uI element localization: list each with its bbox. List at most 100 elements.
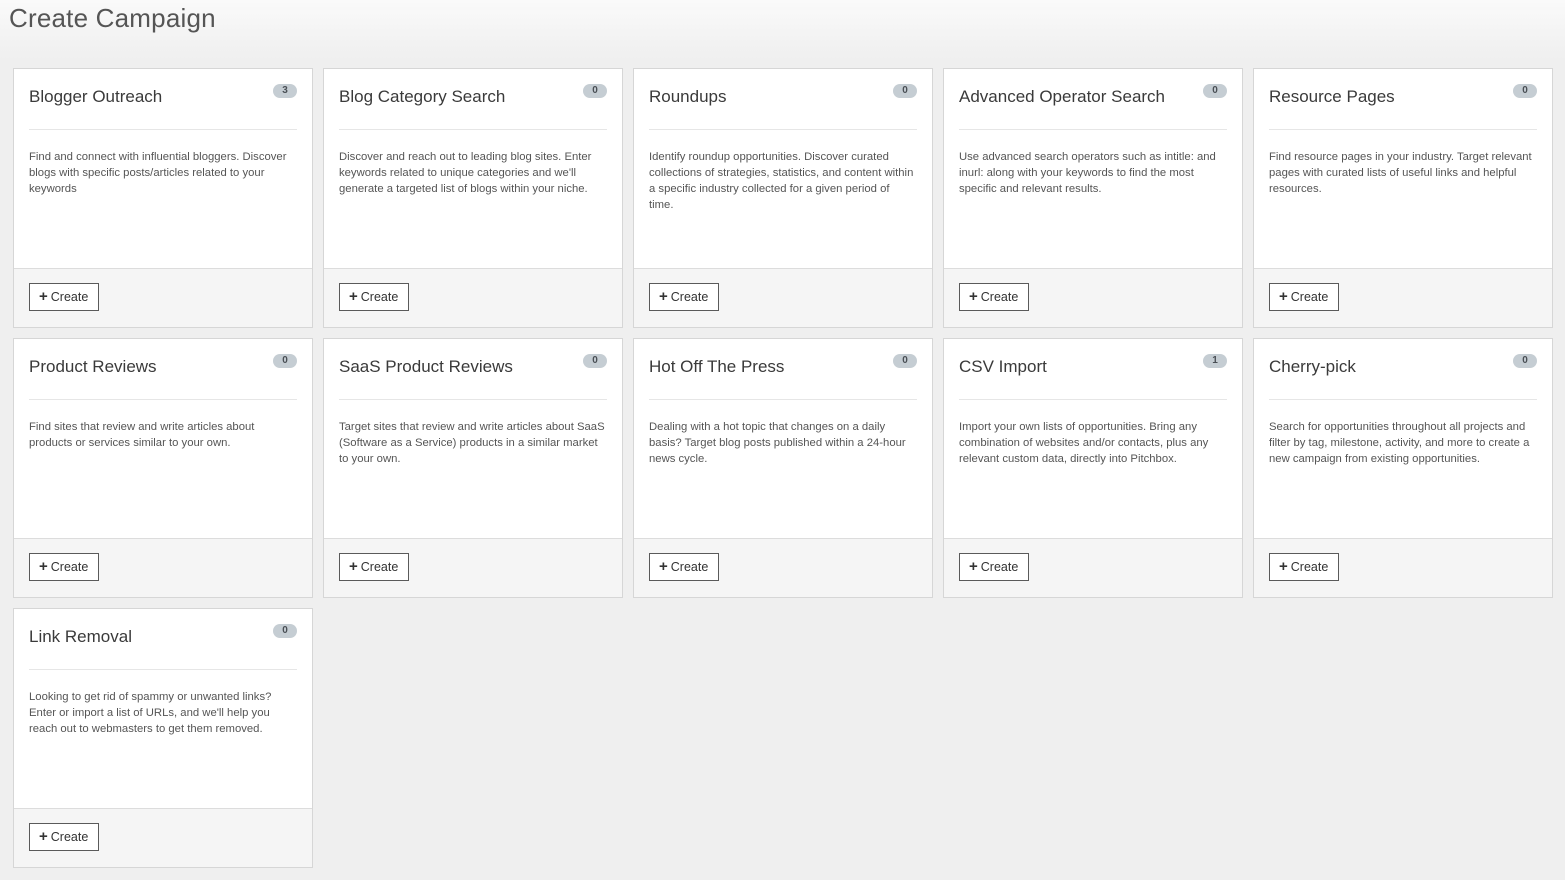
plus-icon: +	[1279, 288, 1288, 305]
card-title: Product Reviews	[29, 357, 157, 376]
create-button-label: Create	[1290, 560, 1329, 574]
card-header: Resource Pages 0	[1269, 69, 1537, 130]
card-title: Advanced Operator Search	[959, 87, 1166, 106]
card-description: Find resource pages in your industry. Ta…	[1269, 151, 1532, 195]
campaign-card-resource-pages: Resource Pages 0 Find resource pages in …	[1253, 68, 1553, 328]
card-header: Link Removal 0	[29, 609, 297, 670]
card-header: SaaS Product Reviews 0	[339, 339, 607, 400]
card-description: Discover and reach out to leading blog s…	[339, 151, 592, 195]
create-button-link-removal[interactable]: + Create	[29, 823, 100, 851]
card-title: Cherry-pick	[1269, 357, 1356, 376]
card-header: Cherry-pick 0	[1269, 339, 1537, 400]
card-footer: + Create	[324, 538, 622, 597]
card-description: Search for opportunities throughout all …	[1269, 421, 1530, 465]
card-header: Blogger Outreach 3	[29, 69, 297, 130]
card-footer: + Create	[14, 808, 312, 867]
card-title: Resource Pages	[1269, 87, 1395, 106]
card-title: Blogger Outreach	[29, 87, 163, 106]
campaign-count-badge: 0	[893, 354, 917, 368]
create-button-product-reviews[interactable]: + Create	[29, 553, 100, 581]
card-footer: + Create	[14, 538, 312, 597]
card-footer: + Create	[1254, 268, 1552, 327]
card-title: Blog Category Search	[339, 87, 506, 106]
campaign-card-link-removal: Link Removal 0 Looking to get rid of spa…	[13, 608, 313, 868]
create-button-resource-pages[interactable]: + Create	[1269, 283, 1340, 311]
create-button-label: Create	[670, 290, 709, 304]
card-header: Product Reviews 0	[29, 339, 297, 400]
create-button-label: Create	[980, 290, 1019, 304]
card-footer: + Create	[634, 268, 932, 327]
card-title: Roundups	[649, 87, 727, 106]
campaign-count-badge: 0	[1513, 354, 1537, 368]
create-button-label: Create	[50, 560, 89, 574]
campaign-count-badge: 3	[273, 84, 297, 98]
campaign-type-grid: Blogger Outreach 3 Find and connect with…	[13, 68, 1553, 868]
card-title: SaaS Product Reviews	[339, 357, 513, 376]
create-button-cherry-pick[interactable]: + Create	[1269, 553, 1340, 581]
campaign-count-badge: 0	[583, 84, 607, 98]
card-header: Advanced Operator Search 0	[959, 69, 1227, 130]
card-description: Dealing with a hot topic that changes on…	[649, 421, 906, 465]
campaign-card-cherry-pick: Cherry-pick 0 Search for opportunities t…	[1253, 338, 1553, 598]
card-header: Hot Off The Press 0	[649, 339, 917, 400]
campaign-count-badge: 0	[273, 624, 297, 638]
campaign-card-saas-product-reviews: SaaS Product Reviews 0 Target sites that…	[323, 338, 623, 598]
card-header: Blog Category Search 0	[339, 69, 607, 130]
plus-icon: +	[969, 558, 978, 575]
card-description: Looking to get rid of spammy or unwanted…	[29, 691, 272, 735]
card-footer: + Create	[1254, 538, 1552, 597]
campaign-count-badge: 1	[1203, 354, 1227, 368]
campaign-card-advanced-operator-search: Advanced Operator Search 0 Use advanced …	[943, 68, 1243, 328]
card-description: Import your own lists of opportunities. …	[959, 421, 1209, 465]
create-button-hot-off-the-press[interactable]: + Create	[649, 553, 720, 581]
card-footer: + Create	[944, 268, 1242, 327]
plus-icon: +	[39, 288, 48, 305]
create-button-label: Create	[1290, 290, 1329, 304]
create-button-roundups[interactable]: + Create	[649, 283, 720, 311]
create-button-label: Create	[50, 830, 89, 844]
plus-icon: +	[349, 558, 358, 575]
campaign-card-roundups: Roundups 0 Identify roundup opportunitie…	[633, 68, 933, 328]
card-footer: + Create	[634, 538, 932, 597]
campaign-count-badge: 0	[893, 84, 917, 98]
card-title: CSV Import	[959, 357, 1047, 376]
create-button-label: Create	[670, 560, 709, 574]
create-button-label: Create	[360, 290, 399, 304]
plus-icon: +	[39, 558, 48, 575]
campaign-count-badge: 0	[1513, 84, 1537, 98]
card-description: Find sites that review and write article…	[29, 421, 255, 449]
create-button-label: Create	[360, 560, 399, 574]
card-footer: + Create	[324, 268, 622, 327]
create-button-advanced-operator-search[interactable]: + Create	[959, 283, 1030, 311]
create-button-saas-product-reviews[interactable]: + Create	[339, 553, 410, 581]
plus-icon: +	[969, 288, 978, 305]
campaign-count-badge: 0	[273, 354, 297, 368]
card-description: Identify roundup opportunities. Discover…	[649, 151, 914, 211]
card-description: Find and connect with influential blogge…	[29, 151, 287, 195]
card-description: Target sites that review and write artic…	[339, 421, 605, 465]
campaign-card-csv-import: CSV Import 1 Import your own lists of op…	[943, 338, 1243, 598]
card-description: Use advanced search operators such as in…	[959, 151, 1216, 195]
create-button-label: Create	[980, 560, 1019, 574]
campaign-count-badge: 0	[1203, 84, 1227, 98]
campaign-count-badge: 0	[583, 354, 607, 368]
page-title: Create Campaign	[9, 3, 216, 33]
create-button-blogger-outreach[interactable]: + Create	[29, 283, 100, 311]
create-button-csv-import[interactable]: + Create	[959, 553, 1030, 581]
card-title: Link Removal	[29, 627, 132, 646]
create-button-label: Create	[50, 290, 89, 304]
plus-icon: +	[1279, 558, 1288, 575]
card-footer: + Create	[14, 268, 312, 327]
create-button-blog-category-search[interactable]: + Create	[339, 283, 410, 311]
card-title: Hot Off The Press	[649, 357, 785, 376]
page-header: Create Campaign	[0, 0, 1565, 60]
plus-icon: +	[659, 558, 668, 575]
campaign-card-blogger-outreach: Blogger Outreach 3 Find and connect with…	[13, 68, 313, 328]
campaign-card-hot-off-the-press: Hot Off The Press 0 Dealing with a hot t…	[633, 338, 933, 598]
card-header: Roundups 0	[649, 69, 917, 130]
campaign-card-product-reviews: Product Reviews 0 Find sites that review…	[13, 338, 313, 598]
card-footer: + Create	[944, 538, 1242, 597]
plus-icon: +	[659, 288, 668, 305]
card-header: CSV Import 1	[959, 339, 1227, 400]
plus-icon: +	[349, 288, 358, 305]
